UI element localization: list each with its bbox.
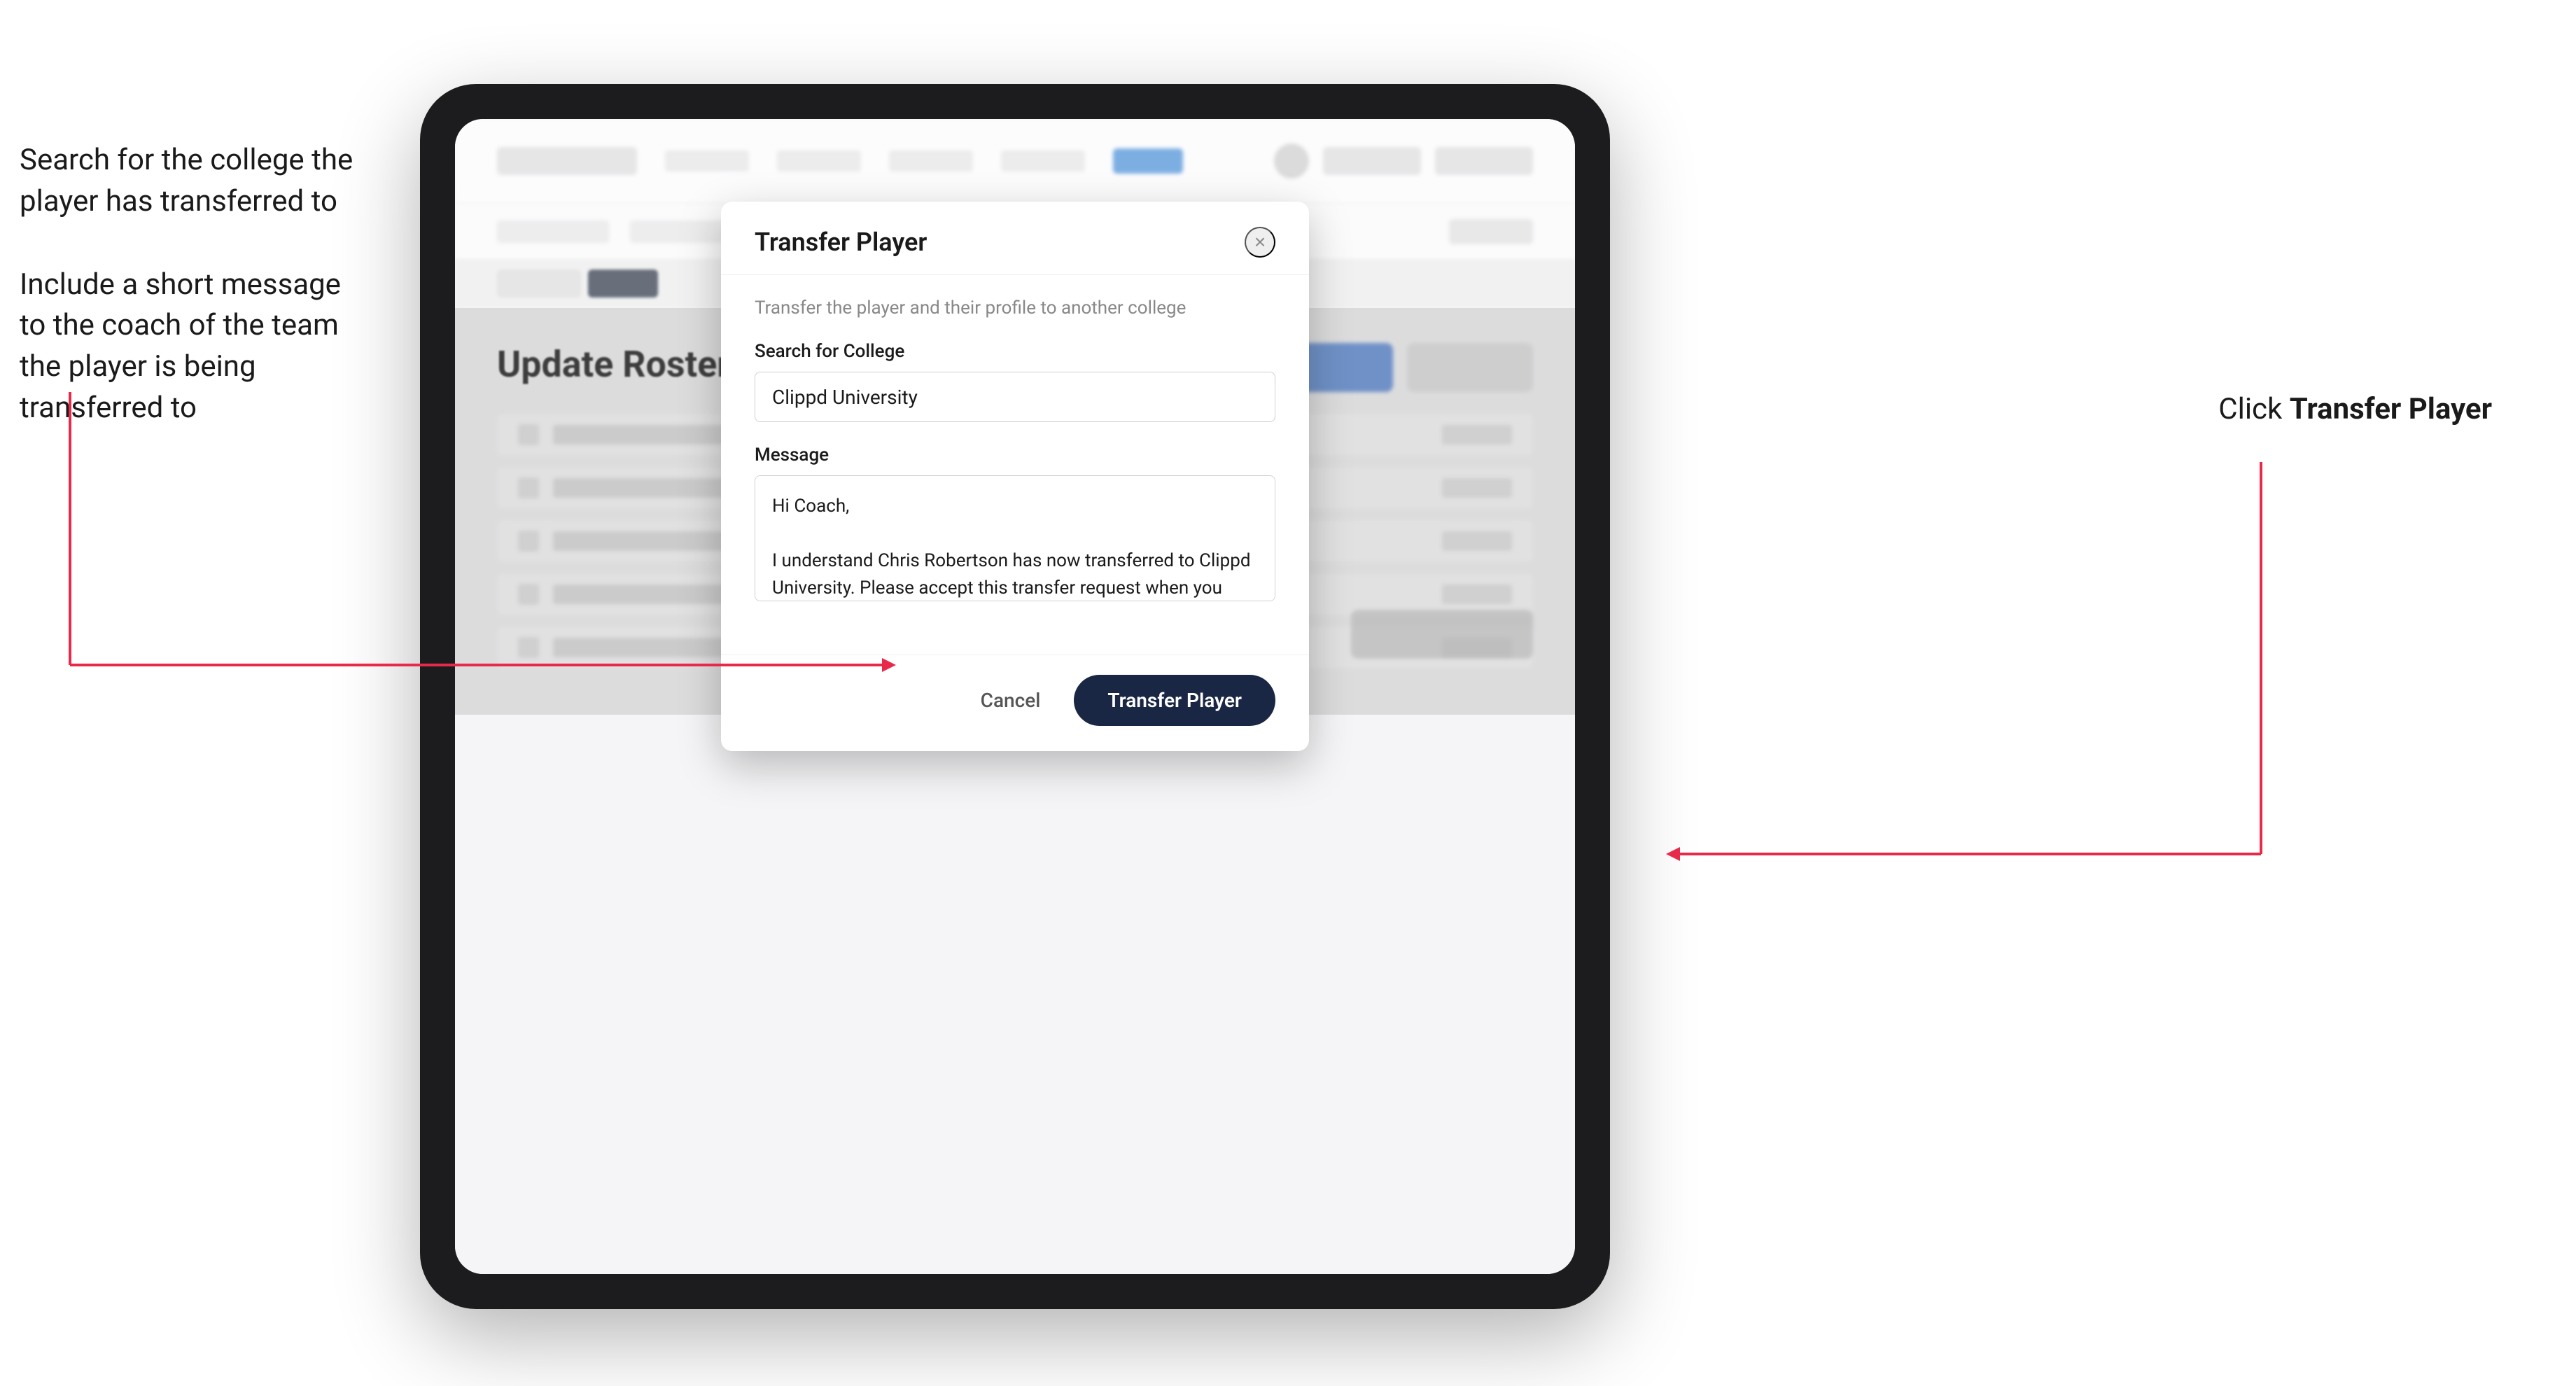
- annotation-line5: the player is being: [20, 349, 256, 384]
- annotation-line6: transferred to: [20, 391, 197, 425]
- search-college-input[interactable]: [755, 372, 1275, 422]
- annotation-line2: player has transferred to: [20, 184, 337, 218]
- tablet-screen: Update Roster: [455, 119, 1575, 1274]
- subnav-right: [1449, 219, 1533, 244]
- nav-avatar: [1274, 144, 1309, 178]
- annotation-line4: to the coach of the team: [20, 308, 339, 342]
- annotation-right-prefix: Click: [2218, 392, 2289, 426]
- app-main: Update Roster: [455, 308, 1575, 715]
- annotation-line3: Include a short message: [20, 267, 341, 302]
- modal-subtitle: Transfer the player and their profile to…: [755, 298, 1275, 318]
- tab-active: [588, 270, 658, 298]
- annotation-line1: Search for the college the: [20, 143, 353, 177]
- message-form-group: Message Hi Coach, I understand Chris Rob…: [755, 444, 1275, 604]
- modal-body: Transfer the player and their profile to…: [721, 275, 1309, 654]
- tablet-device: Update Roster: [420, 84, 1610, 1309]
- transfer-player-label: Transfer Player: [1107, 689, 1242, 712]
- nav-item-3: [889, 150, 973, 172]
- nav-item-1: [665, 150, 749, 172]
- modal-footer: Cancel Transfer Player: [721, 654, 1309, 751]
- modal-header: Transfer Player ×: [721, 202, 1309, 275]
- tab-1: [497, 270, 581, 298]
- message-label: Message: [755, 444, 1275, 465]
- annotation-right-bold: Transfer Player: [2290, 392, 2492, 426]
- nav-right: [1274, 144, 1533, 178]
- nav-btn: [1323, 147, 1421, 175]
- modal-overlay: Transfer Player × Transfer the player an…: [455, 308, 1575, 715]
- search-college-label: Search for College: [755, 341, 1275, 362]
- message-textarea[interactable]: Hi Coach, I understand Chris Robertson h…: [755, 475, 1275, 601]
- transfer-player-modal: Transfer Player × Transfer the player an…: [721, 202, 1309, 751]
- close-icon: ×: [1254, 231, 1266, 253]
- cancel-button[interactable]: Cancel: [964, 678, 1058, 723]
- annotation-left: Search for the college the player has tr…: [20, 140, 384, 429]
- nav-logo: [497, 147, 637, 175]
- close-button[interactable]: ×: [1245, 227, 1275, 258]
- annotation-right: Click Transfer Player: [2218, 392, 2492, 426]
- nav-item-active: [1113, 148, 1183, 174]
- nav-btn-2: [1435, 147, 1533, 175]
- nav-item-2: [777, 150, 861, 172]
- app-nav: [455, 119, 1575, 203]
- college-form-group: Search for College: [755, 341, 1275, 422]
- cancel-label: Cancel: [981, 689, 1041, 712]
- subnav-item-1: [497, 220, 609, 243]
- modal-title: Transfer Player: [755, 227, 927, 257]
- transfer-player-button[interactable]: Transfer Player: [1074, 675, 1275, 726]
- app-content: Update Roster: [455, 119, 1575, 1274]
- nav-item-4: [1001, 150, 1085, 172]
